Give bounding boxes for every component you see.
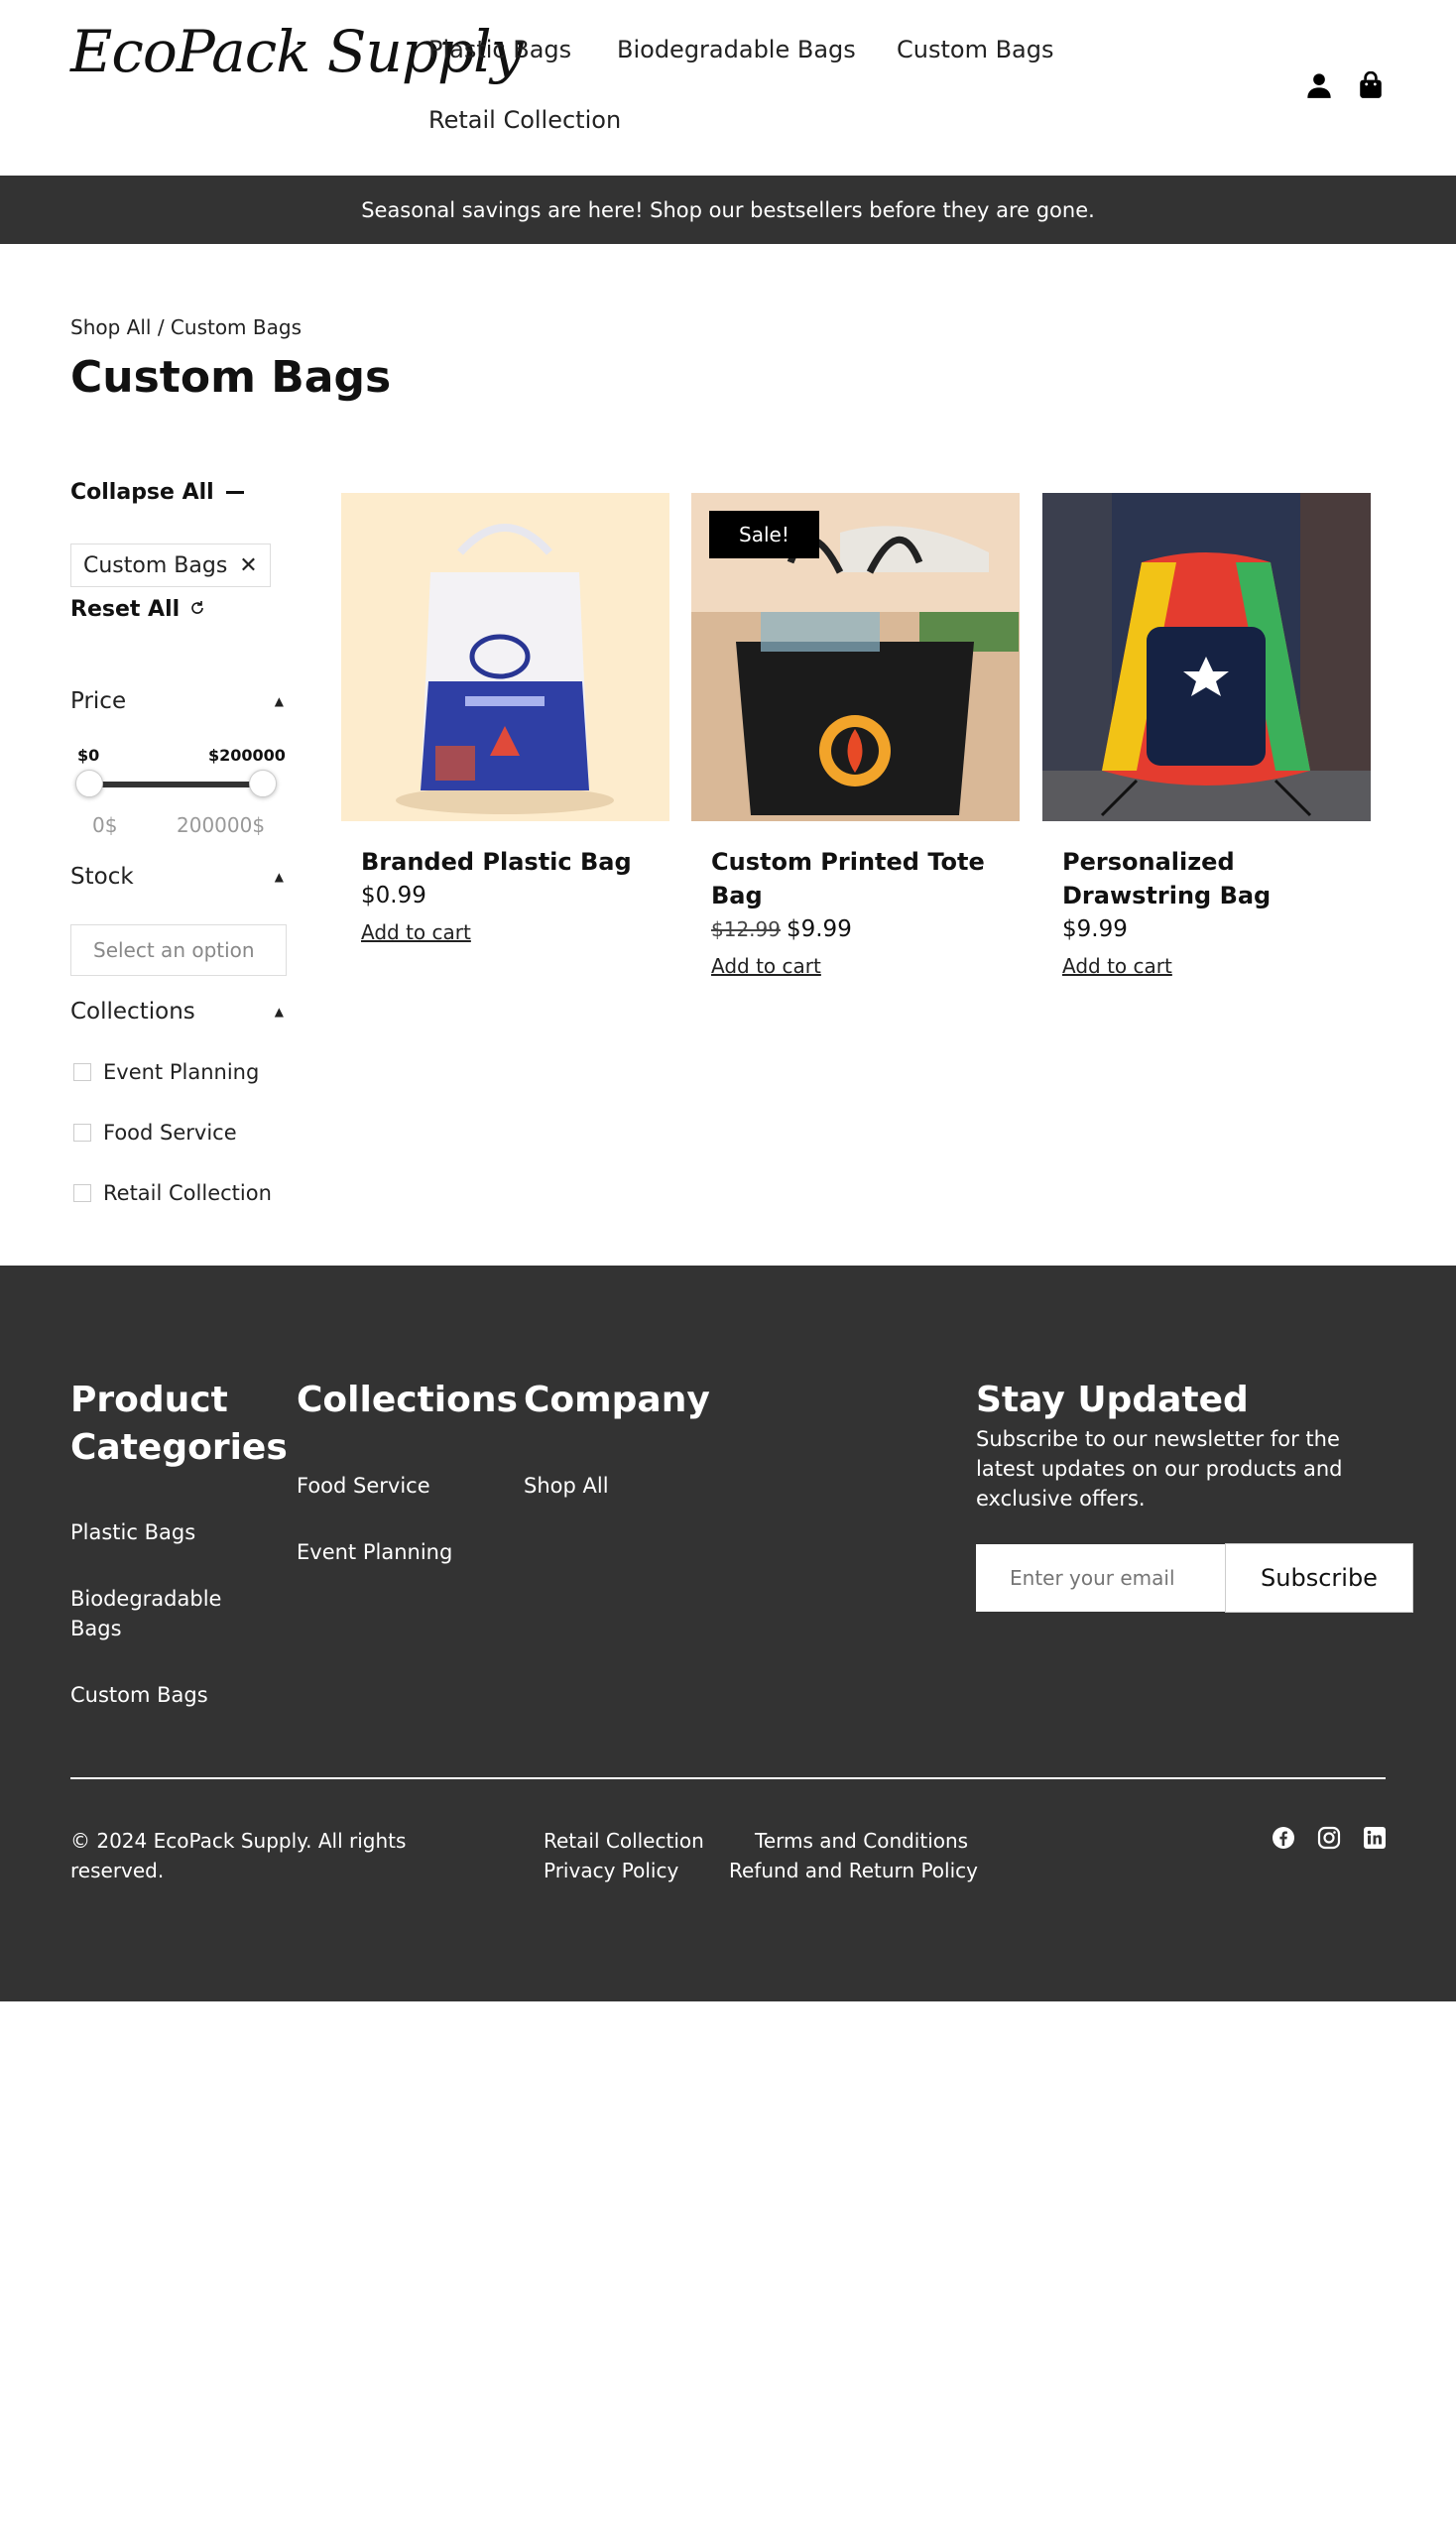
footer-link-plastic-bags[interactable]: Plastic Bags xyxy=(70,1517,195,1547)
add-to-cart-button[interactable]: Add to cart xyxy=(1062,954,1172,978)
price-slider-min-handle[interactable] xyxy=(75,770,103,797)
collapse-all-label: Collapse All xyxy=(70,480,214,505)
product-price: $9.99 xyxy=(1062,916,1371,942)
product-price: $0.99 xyxy=(361,883,669,908)
newsletter-title: Stay Updated xyxy=(976,1380,1249,1420)
collection-option-label: Food Service xyxy=(103,1121,237,1145)
shopping-bag-icon[interactable] xyxy=(1355,69,1387,101)
collection-option-label: Event Planning xyxy=(103,1060,260,1084)
checkbox[interactable] xyxy=(73,1184,91,1202)
sale-badge: Sale! xyxy=(709,511,819,558)
chevron-up-icon: ▲ xyxy=(274,1005,284,1019)
price-min-label: 0$ xyxy=(92,813,118,837)
stock-filter-title: Stock xyxy=(70,864,134,890)
page-title: Custom Bags xyxy=(70,352,392,403)
price-max-label: 200000$ xyxy=(177,813,266,837)
product-name[interactable]: Personalized Drawstring Bag xyxy=(1062,845,1360,912)
minus-icon xyxy=(225,491,244,494)
collections-filter-toggle[interactable]: Collections ▲ xyxy=(70,999,284,1025)
chevron-up-icon: ▲ xyxy=(274,694,284,708)
product-card: Personalized Drawstring Bag $9.99 Add to… xyxy=(1042,493,1371,978)
user-icon[interactable] xyxy=(1303,69,1335,101)
footer-link-shop-all[interactable]: Shop All xyxy=(524,1471,609,1501)
footer-collections-title: Collections xyxy=(297,1380,518,1420)
reset-all-label: Reset All xyxy=(70,597,181,622)
footer-link-event-planning[interactable]: Event Planning xyxy=(297,1537,452,1567)
price-filter-title: Price xyxy=(70,688,127,714)
breadcrumb: Shop All / Custom Bags xyxy=(70,315,302,339)
chevron-up-icon: ▲ xyxy=(274,870,284,884)
nav-plastic-bags[interactable]: Plastic Bags xyxy=(428,36,571,63)
footer-link-food-service[interactable]: Food Service xyxy=(297,1471,430,1501)
footer-legal-terms[interactable]: Terms and Conditions xyxy=(755,1826,968,1856)
price-min-value: $0 xyxy=(77,746,100,765)
subscribe-button[interactable]: Subscribe xyxy=(1225,1543,1413,1613)
newsletter-text: Subscribe to our newsletter for the late… xyxy=(976,1427,1343,1511)
product-image[interactable] xyxy=(1042,493,1371,821)
price-max-value: $200000 xyxy=(208,746,286,765)
breadcrumb-separator: / xyxy=(151,315,171,339)
header-actions xyxy=(1303,69,1387,101)
collection-option-label: Retail Collection xyxy=(103,1181,272,1205)
add-to-cart-button[interactable]: Add to cart xyxy=(711,954,821,978)
facebook-icon[interactable] xyxy=(1272,1826,1295,1850)
close-icon[interactable]: ✕ xyxy=(239,553,257,578)
collection-option-event-planning[interactable]: Event Planning xyxy=(73,1060,259,1084)
footer-company-title: Company xyxy=(524,1380,710,1420)
add-to-cart-button[interactable]: Add to cart xyxy=(361,920,471,944)
checkbox[interactable] xyxy=(73,1124,91,1142)
promo-banner: Seasonal savings are here! Shop our best… xyxy=(0,176,1456,244)
stock-filter-toggle[interactable]: Stock ▲ xyxy=(70,864,284,890)
footer-product-categories-title: Product Categories xyxy=(70,1380,288,1468)
nav-retail-collection[interactable]: Retail Collection xyxy=(428,106,621,134)
site-header: EcoPack Supply Plastic Bags Biodegradabl… xyxy=(0,0,1456,176)
copyright-text: © 2024 EcoPack Supply. All rights reserv… xyxy=(70,1829,407,1882)
checkbox[interactable] xyxy=(73,1063,91,1081)
price-slider-track[interactable] xyxy=(89,782,263,787)
product-current-price: $9.99 xyxy=(1062,916,1128,942)
chip-label: Custom Bags xyxy=(83,552,228,578)
instagram-icon[interactable] xyxy=(1317,1826,1341,1850)
breadcrumb-shop-all[interactable]: Shop All xyxy=(70,315,151,339)
footer-link-biodegradable-bags[interactable]: Biodegradable Bags xyxy=(70,1584,249,1643)
product-old-price: $12.99 xyxy=(711,917,781,941)
linkedin-icon[interactable] xyxy=(1363,1826,1387,1850)
active-filter-chip[interactable]: Custom Bags ✕ xyxy=(70,544,271,587)
nav-custom-bags[interactable]: Custom Bags xyxy=(897,36,1053,63)
product-price: $12.99 $9.99 xyxy=(711,916,1020,942)
product-name[interactable]: Custom Printed Tote Bag xyxy=(711,845,1009,912)
product-card: Sale! Custom Printed Tote Bag $12.99 $9.9… xyxy=(691,493,1020,978)
price-slider-max-handle[interactable] xyxy=(249,770,277,797)
reset-all-button[interactable]: Reset All xyxy=(70,597,205,622)
collection-option-food-service[interactable]: Food Service xyxy=(73,1121,237,1145)
price-filter-toggle[interactable]: Price ▲ xyxy=(70,688,284,714)
product-current-price: $0.99 xyxy=(361,883,426,908)
footer-link-custom-bags[interactable]: Custom Bags xyxy=(70,1680,208,1710)
collections-filter-title: Collections xyxy=(70,999,195,1025)
product-current-price: $9.99 xyxy=(786,916,852,942)
site-footer: Product Categories Plastic Bags Biodegra… xyxy=(0,1266,1456,2001)
product-card: Branded Plastic Bag $0.99 Add to cart xyxy=(341,493,669,944)
collapse-all-button[interactable]: Collapse All xyxy=(70,480,244,505)
newsletter-email-input[interactable] xyxy=(976,1544,1226,1612)
product-image[interactable] xyxy=(341,493,669,821)
nav-biodegradable-bags[interactable]: Biodegradable Bags xyxy=(617,36,856,63)
product-name[interactable]: Branded Plastic Bag xyxy=(361,845,659,879)
footer-legal-refund[interactable]: Refund and Return Policy xyxy=(729,1856,978,1885)
refresh-icon xyxy=(189,597,205,622)
footer-divider xyxy=(70,1777,1386,1779)
product-image[interactable]: Sale! xyxy=(691,493,1020,821)
breadcrumb-current: Custom Bags xyxy=(170,315,302,339)
footer-legal-retail-collection[interactable]: Retail Collection xyxy=(544,1826,704,1856)
collection-option-retail-collection[interactable]: Retail Collection xyxy=(73,1181,272,1205)
stock-select[interactable]: Select an option xyxy=(70,924,287,976)
promo-text: Seasonal savings are here! Shop our best… xyxy=(361,197,1095,222)
footer-legal-privacy[interactable]: Privacy Policy xyxy=(544,1856,678,1885)
